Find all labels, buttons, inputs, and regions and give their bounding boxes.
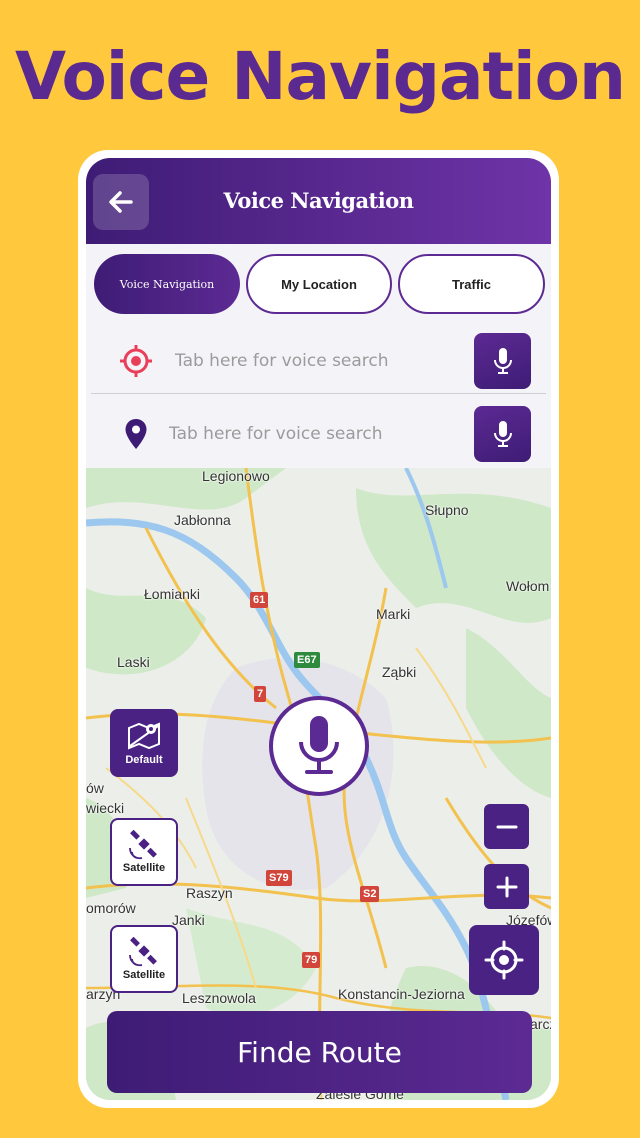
- find-route-button[interactable]: Finde Route: [107, 1011, 532, 1093]
- map-pin-icon: [128, 722, 160, 750]
- minus-icon: [496, 825, 517, 828]
- app-bar: Voice Navigation: [86, 158, 551, 244]
- mode-tabs: Voice Navigation My Location Traffic: [94, 254, 546, 318]
- tab-voice-navigation[interactable]: Voice Navigation: [94, 254, 240, 314]
- zoom-in-button[interactable]: [484, 864, 529, 909]
- phone-frame: Voice Navigation Voice Navigation My Loc…: [78, 150, 559, 1108]
- crosshair-icon: [484, 940, 524, 980]
- satellite-map-label: Satellite: [122, 862, 166, 874]
- map-place-label: Janki: [172, 912, 205, 928]
- default-map-button[interactable]: Default: [110, 709, 178, 777]
- map-place-label: wiecki: [86, 800, 125, 816]
- map-place-label: Konstancin-Jeziorna: [338, 986, 465, 1002]
- destination-mic-button[interactable]: [474, 406, 531, 462]
- zoom-out-button[interactable]: [484, 804, 529, 849]
- plus-icon: [496, 876, 517, 897]
- microphone-icon: [493, 421, 512, 447]
- satellite-map-button[interactable]: Satellite: [110, 818, 178, 886]
- tab-traffic[interactable]: Traffic: [398, 254, 545, 314]
- app-bar-title: Voice Navigation: [223, 188, 414, 213]
- road-shield: 7: [254, 686, 267, 702]
- map-place-label: Wołom: [506, 578, 550, 594]
- satellite-map-button[interactable]: Satellite: [110, 925, 178, 993]
- map-place-label: Łomianki: [144, 586, 201, 602]
- destination-search-row[interactable]: Tab here for voice search: [91, 403, 546, 465]
- road-shield: 61: [250, 592, 269, 608]
- map-place-label: Słupno: [425, 502, 469, 518]
- map-place-label: Raszyn: [186, 885, 233, 901]
- origin-target-icon: [120, 345, 152, 377]
- microphone-icon: [493, 348, 512, 374]
- destination-search-input[interactable]: Tab here for voice search: [169, 424, 383, 444]
- origin-search-input[interactable]: Tab here for voice search: [175, 351, 389, 371]
- destination-pin-icon: [125, 419, 147, 449]
- road-shield: S2: [360, 886, 380, 902]
- satellite-icon: [129, 937, 157, 967]
- map-place-label: Ząbki: [382, 664, 417, 680]
- map-place-label: ów: [86, 780, 104, 796]
- microphone-icon: [299, 716, 339, 774]
- promo-headline: Voice Navigation: [14, 38, 626, 115]
- tab-my-location[interactable]: My Location: [246, 254, 392, 314]
- map-place-label: Laski: [117, 654, 150, 670]
- search-divider: [91, 393, 546, 394]
- road-shield: 79: [302, 952, 321, 968]
- map-place-label: Legionowo: [202, 468, 270, 484]
- default-map-label: Default: [125, 754, 163, 766]
- my-location-button[interactable]: [469, 925, 539, 995]
- map-place-label: Lesznowola: [182, 990, 256, 1006]
- satellite-map-label: Satellite: [122, 969, 166, 981]
- origin-search-row[interactable]: Tab here for voice search: [91, 330, 546, 392]
- map-place-label: omorów: [86, 900, 136, 916]
- satellite-icon: [129, 830, 157, 860]
- road-shield: S79: [266, 870, 292, 886]
- map-place-label: Jabłonna: [174, 512, 231, 528]
- origin-mic-button[interactable]: [474, 333, 531, 389]
- app-screen: Voice Navigation Voice Navigation My Loc…: [86, 158, 551, 1100]
- voice-search-button[interactable]: [269, 696, 369, 796]
- map-place-label: arcz: [530, 1016, 551, 1032]
- road-shield: E67: [294, 652, 320, 668]
- map-place-label: Marki: [376, 606, 411, 622]
- map-view[interactable]: Legionowo Jabłonna Słupno Łomianki Wołom…: [86, 468, 551, 1100]
